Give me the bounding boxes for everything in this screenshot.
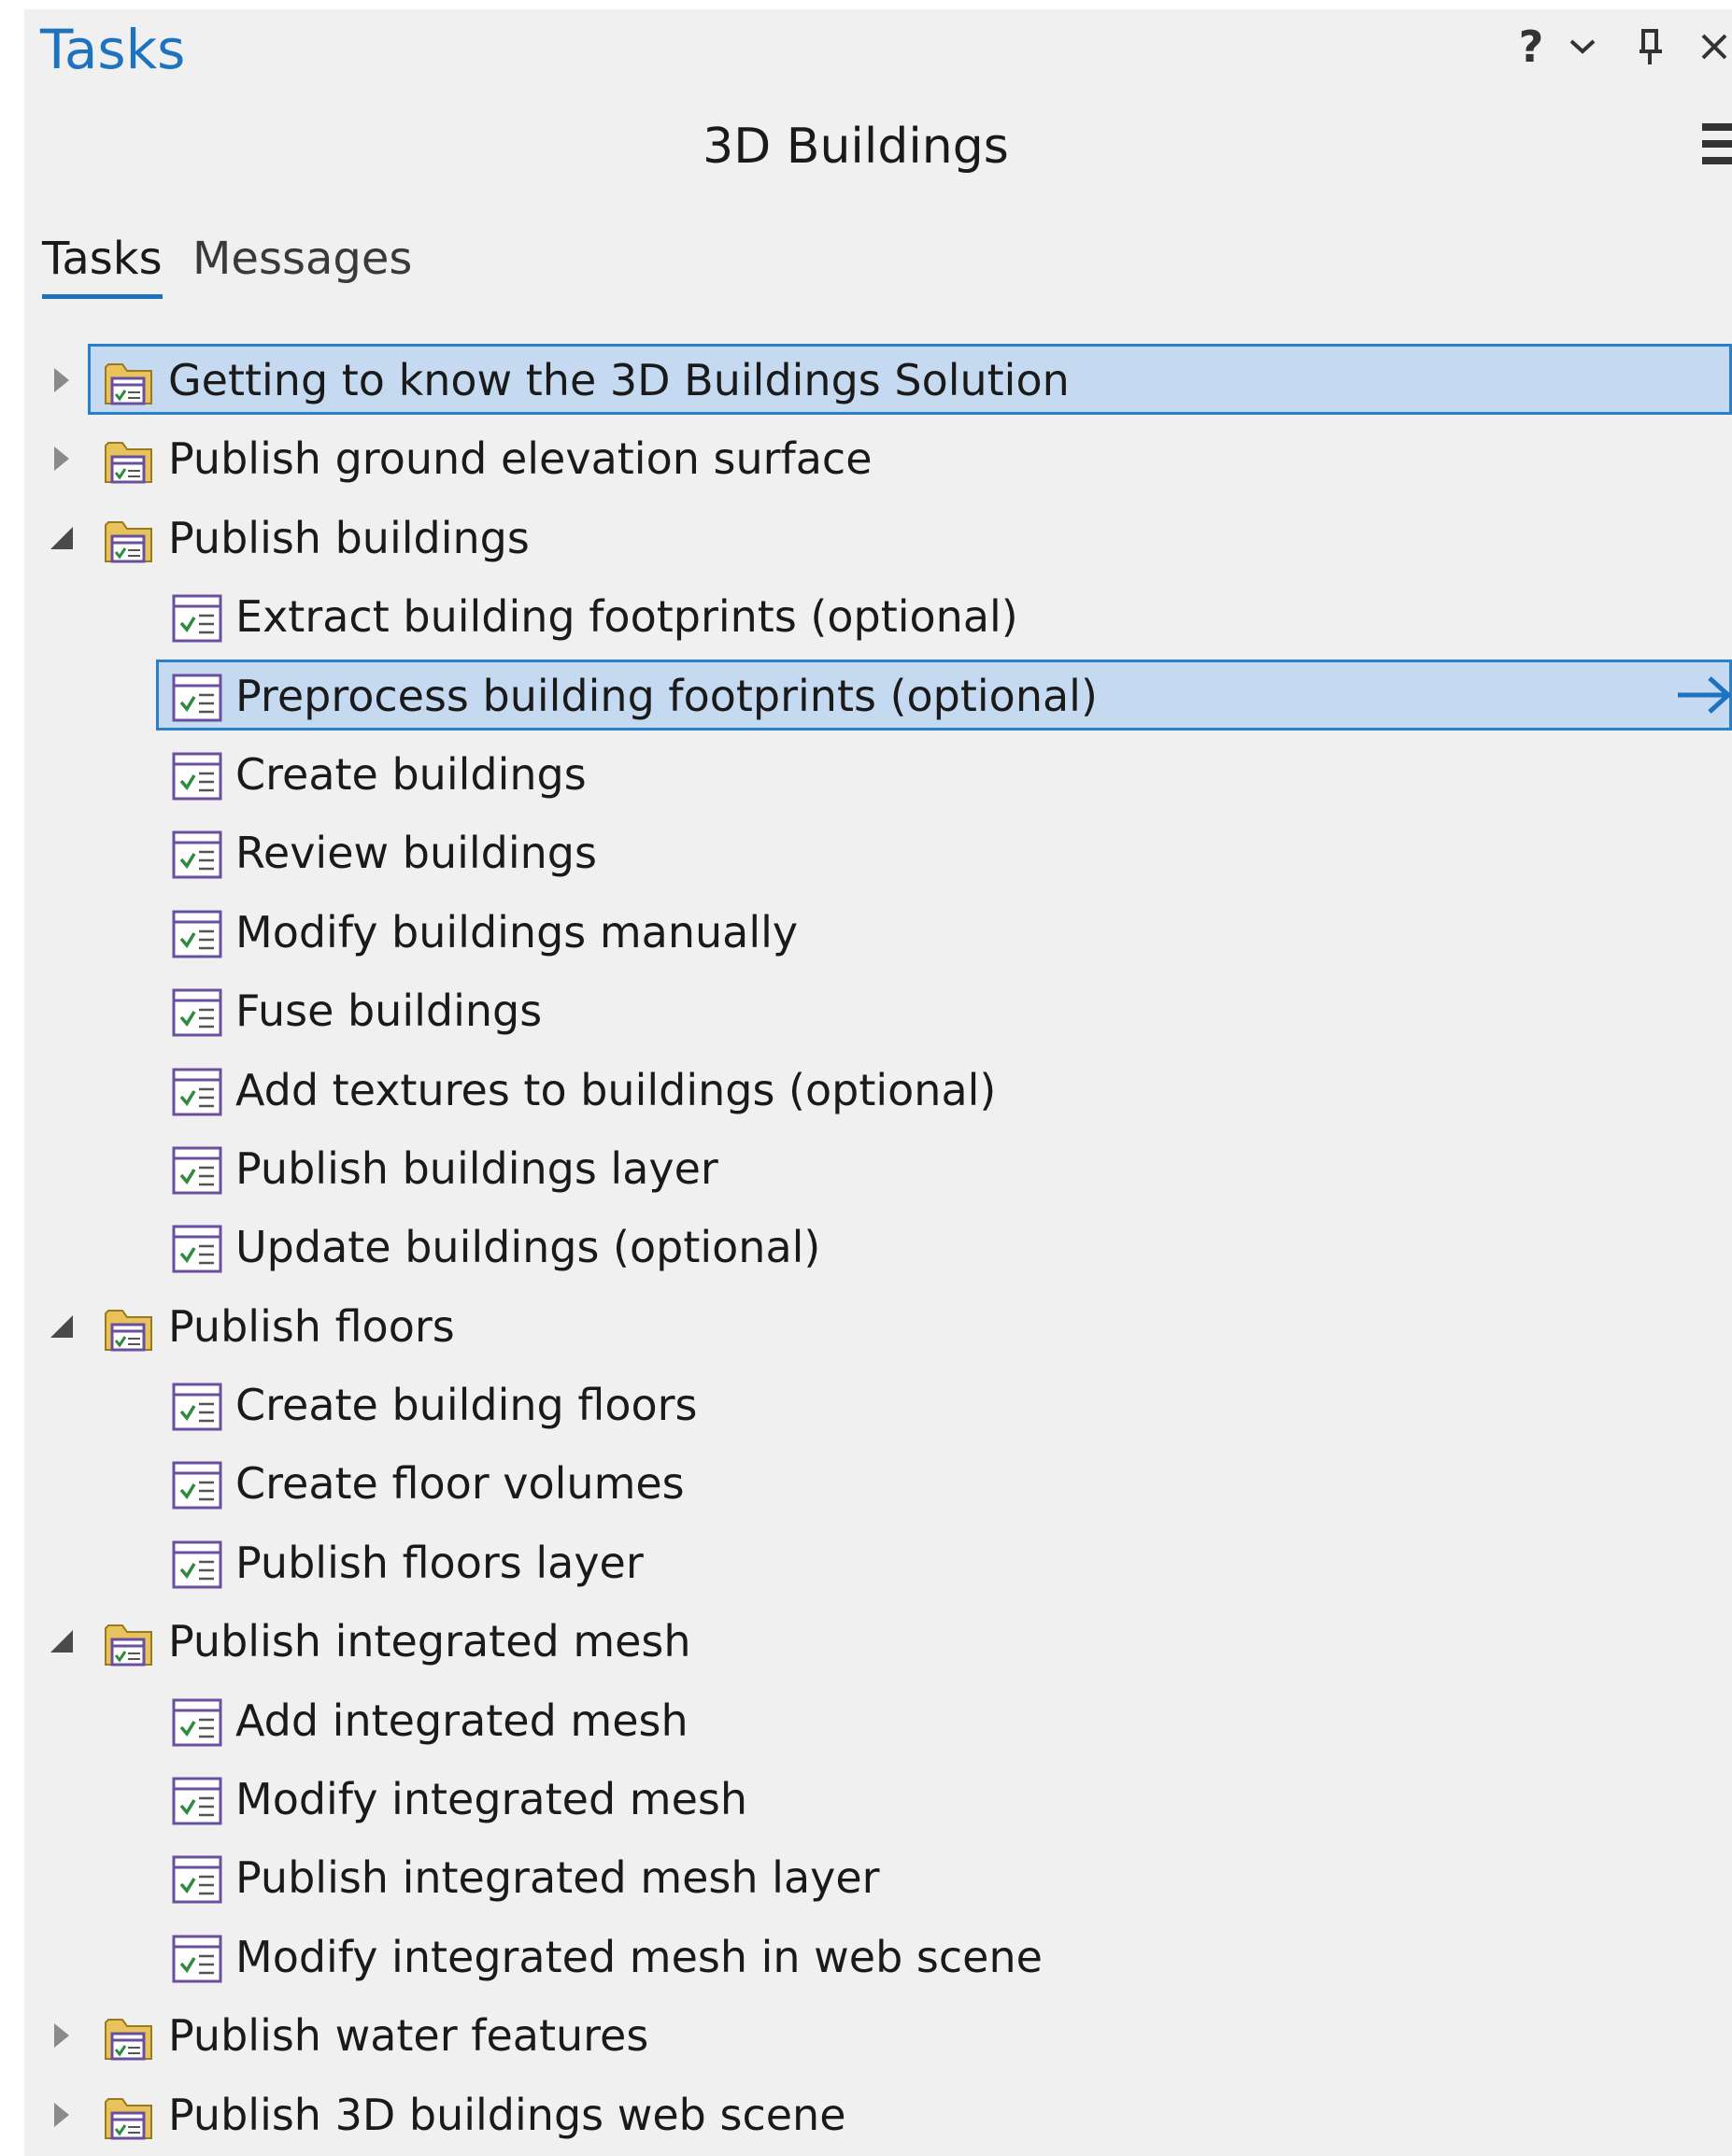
hamburger-menu-icon (1702, 123, 1732, 131)
task-checklist-icon (171, 830, 223, 880)
expand-toggle[interactable] (50, 363, 85, 404)
help-button[interactable]: ? (1512, 21, 1551, 73)
expand-toggle[interactable] (50, 2098, 85, 2139)
task-row[interactable]: Modify integrated mesh (24, 1760, 1732, 1838)
pin-button[interactable] (1629, 21, 1672, 73)
task-checklist-icon (171, 1854, 223, 1905)
task-row[interactable]: Publish buildings layer (24, 1129, 1732, 1208)
task-group-row[interactable]: Publish ground elevation surface (24, 419, 1732, 498)
task-checklist-icon (171, 1697, 223, 1748)
task-checklist-icon (171, 673, 223, 723)
task-label: Publish floors layer (235, 1537, 644, 1588)
task-checklist-icon (171, 593, 223, 644)
task-label: Create floor volumes (235, 1458, 685, 1510)
task-row[interactable]: Create buildings (24, 735, 1732, 814)
task-checklist-icon (171, 1067, 223, 1117)
collapse-toggle[interactable] (50, 521, 74, 555)
pane-title: Tasks (40, 18, 186, 81)
task-row[interactable]: Update buildings (optional) (24, 1208, 1732, 1286)
triangle-expanded-icon (50, 1314, 73, 1338)
expand-toggle[interactable] (50, 2019, 85, 2061)
task-label: Review buildings (235, 828, 597, 879)
tasks-pane: Tasks ? 3D Buildings Tasks Messages Gett… (24, 9, 1732, 2156)
task-label: Update buildings (optional) (235, 1222, 821, 1273)
pin-icon (1640, 29, 1662, 64)
task-group-row[interactable]: Getting to know the 3D Buildings Solutio… (24, 341, 1732, 419)
task-checklist-icon (171, 1224, 223, 1274)
task-group-folder-icon (103, 2012, 155, 2063)
collapse-toggle[interactable] (50, 1310, 74, 1343)
task-group-folder-icon (103, 357, 155, 407)
close-button[interactable] (1697, 21, 1732, 73)
run-task-arrow-icon[interactable] (1676, 674, 1732, 716)
task-label: Add textures to buildings (optional) (235, 1064, 997, 1115)
task-checklist-icon (171, 751, 223, 801)
task-group-label: Publish integrated mesh (168, 1616, 691, 1667)
task-label: Modify buildings manually (235, 906, 799, 957)
task-group-folder-icon (103, 1618, 155, 1668)
collapse-toggle[interactable] (50, 1624, 74, 1658)
task-group-label: Publish ground elevation surface (168, 433, 873, 485)
triangle-expanded-icon (50, 526, 73, 549)
triangle-collapsed-icon (54, 368, 85, 404)
task-row[interactable]: Create floor volumes (24, 1444, 1732, 1523)
task-checklist-icon (171, 1539, 223, 1590)
task-group-label: Publish floors (168, 1300, 455, 1352)
task-group-row[interactable]: Publish 3D buildings web scene (24, 2076, 1732, 2154)
close-icon (1701, 34, 1727, 60)
task-row[interactable]: Extract building footprints (optional) (24, 577, 1732, 656)
task-label: Preprocess building footprints (optional… (235, 670, 1098, 721)
task-label: Create building floors (235, 1380, 698, 1431)
task-checklist-icon (171, 1934, 223, 1984)
task-tree: Getting to know the 3D Buildings Solutio… (24, 341, 1732, 2154)
task-group-row[interactable]: Publish floors (24, 1287, 1732, 1366)
task-group-folder-icon (103, 515, 155, 565)
task-checklist-icon (171, 987, 223, 1038)
task-checklist-icon (171, 1460, 223, 1511)
triangle-expanded-icon (50, 1630, 73, 1653)
task-label: Modify integrated mesh in web scene (235, 1931, 1043, 1982)
task-header-title: 3D Buildings (703, 119, 1009, 175)
task-row[interactable]: Add integrated mesh (24, 1681, 1732, 1760)
task-row[interactable]: Fuse buildings (24, 972, 1732, 1050)
task-group-label: Publish water features (168, 2010, 649, 2062)
task-row[interactable]: Modify integrated mesh in web scene (24, 1918, 1732, 1996)
expand-toggle[interactable] (50, 442, 85, 484)
task-group-label: Getting to know the 3D Buildings Solutio… (168, 355, 1070, 405)
task-label: Create buildings (235, 748, 587, 800)
task-label: Publish buildings layer (235, 1142, 718, 1194)
task-group-folder-icon (103, 2092, 155, 2142)
task-group-label: Publish 3D buildings web scene (168, 2089, 846, 2140)
task-checklist-icon (171, 1776, 223, 1826)
chevron-down-icon (1569, 39, 1596, 54)
tab-messages[interactable]: Messages (192, 228, 412, 290)
task-group-row[interactable]: Publish buildings (24, 499, 1732, 577)
triangle-collapsed-icon (54, 2102, 85, 2139)
task-label: Extract building footprints (optional) (235, 591, 1018, 643)
task-row[interactable]: Add textures to buildings (optional) (24, 1051, 1732, 1129)
task-checklist-icon (171, 1145, 223, 1196)
triangle-collapsed-icon (54, 2023, 85, 2061)
task-group-label: Publish buildings (168, 512, 530, 563)
tab-tasks[interactable]: Tasks (42, 228, 163, 299)
task-group-folder-icon (103, 435, 155, 486)
task-label: Modify integrated mesh (235, 1774, 748, 1825)
task-menu-button[interactable] (1702, 123, 1732, 172)
task-checklist-icon (171, 1382, 223, 1432)
task-row[interactable]: Modify buildings manually (24, 893, 1732, 972)
task-checklist-icon (171, 909, 223, 959)
task-row[interactable]: Review buildings (24, 814, 1732, 892)
task-label: Fuse buildings (235, 986, 543, 1037)
options-dropdown-button[interactable] (1560, 21, 1605, 73)
task-row[interactable]: Publish floors layer (24, 1524, 1732, 1602)
task-label: Add integrated mesh (235, 1695, 689, 1746)
task-row[interactable]: Preprocess building footprints (optional… (24, 657, 1732, 735)
task-group-row[interactable]: Publish water features (24, 1996, 1732, 2075)
task-row[interactable]: Create building floors (24, 1366, 1732, 1444)
task-row[interactable]: Publish integrated mesh layer (24, 1838, 1732, 1917)
triangle-collapsed-icon (54, 447, 85, 484)
task-group-row[interactable]: Publish integrated mesh (24, 1602, 1732, 1681)
task-group-folder-icon (103, 1303, 155, 1354)
task-label: Publish integrated mesh layer (235, 1852, 880, 1904)
